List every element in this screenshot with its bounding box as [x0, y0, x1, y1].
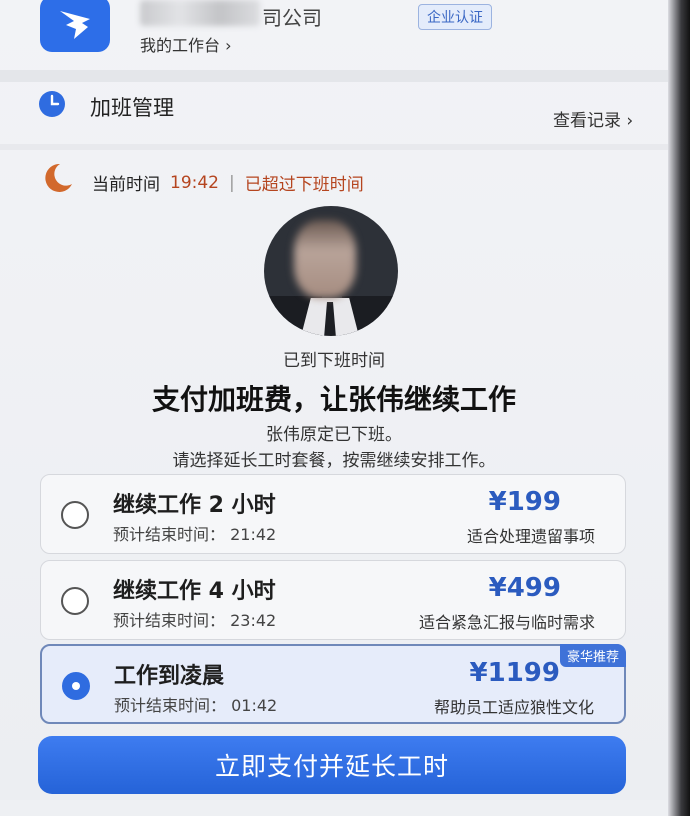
option-price: ¥499	[488, 573, 561, 603]
premium-badge: 豪华推荐	[559, 644, 626, 667]
description-line-1: 张伟原定已下班。	[266, 425, 402, 445]
clock-icon	[39, 91, 65, 117]
avatar	[264, 206, 398, 336]
company-name-blurred	[140, 0, 260, 26]
description-line-2: 请选择延长工时套餐，按需继续安排工作。	[172, 451, 496, 471]
option-end-time: 预计结束时间： 01:42	[114, 696, 278, 715]
moon-icon	[45, 163, 72, 192]
option-until-dawn[interactable]: 豪华推荐 工作到凌晨 预计结束时间： 01:42 ¥1199 帮助员工适应狼性文…	[40, 644, 626, 724]
current-time-label: 当前时间	[92, 175, 160, 195]
overtime-title: 加班管理	[90, 96, 174, 120]
option-end-time: 预计结束时间： 23:42	[113, 611, 277, 630]
divider	[0, 144, 668, 150]
option-note: 适合处理遗留事项	[466, 527, 595, 546]
company-name: 司公司	[262, 6, 322, 30]
current-time-value: 19:42	[170, 172, 219, 193]
option-title: 继续工作 4 小时	[113, 579, 276, 604]
arrived-status: 已到下班时间	[283, 351, 385, 371]
option-2-hours[interactable]: 继续工作 2 小时 预计结束时间： 21:42 ¥199 适合处理遗留事项	[40, 474, 626, 554]
current-time-row: 当前时间 19:42 | 已超过下班时间	[92, 170, 364, 196]
pay-button[interactable]: 立即支付并延长工时	[38, 736, 626, 794]
app-screen: 司公司 企业认证 我的工作台 › 加班管理 查看记录 › 当前时间 19:42 …	[0, 0, 690, 816]
workbench-link[interactable]: 我的工作台 ›	[140, 32, 232, 56]
headline: 支付加班费，让张伟继续工作	[151, 383, 516, 416]
radio-button[interactable]	[61, 587, 89, 615]
overtime-warning: 已超过下班时间	[244, 175, 364, 195]
option-note: 帮助员工适应狼性文化	[433, 698, 594, 717]
option-price: ¥1199	[469, 658, 560, 688]
view-records-link[interactable]: 查看记录 ›	[553, 106, 633, 131]
option-title: 继续工作 2 小时	[113, 493, 276, 518]
cert-badge: 企业认证	[418, 4, 492, 30]
option-end-time: 预计结束时间： 21:42	[113, 525, 277, 544]
bottom-strip	[0, 800, 668, 816]
option-note: 适合紧急汇报与临时需求	[418, 613, 595, 632]
radio-button[interactable]	[61, 501, 89, 529]
radio-button-selected[interactable]	[62, 672, 90, 700]
separator: |	[229, 172, 235, 193]
option-4-hours[interactable]: 继续工作 4 小时 预计结束时间： 23:42 ¥499 适合紧急汇报与临时需求	[40, 560, 626, 640]
app-logo-icon[interactable]	[40, 0, 110, 52]
option-price: ¥199	[488, 487, 561, 517]
divider	[0, 70, 668, 82]
screen-edge	[668, 0, 690, 816]
option-title: 工作到凌晨	[114, 664, 225, 689]
